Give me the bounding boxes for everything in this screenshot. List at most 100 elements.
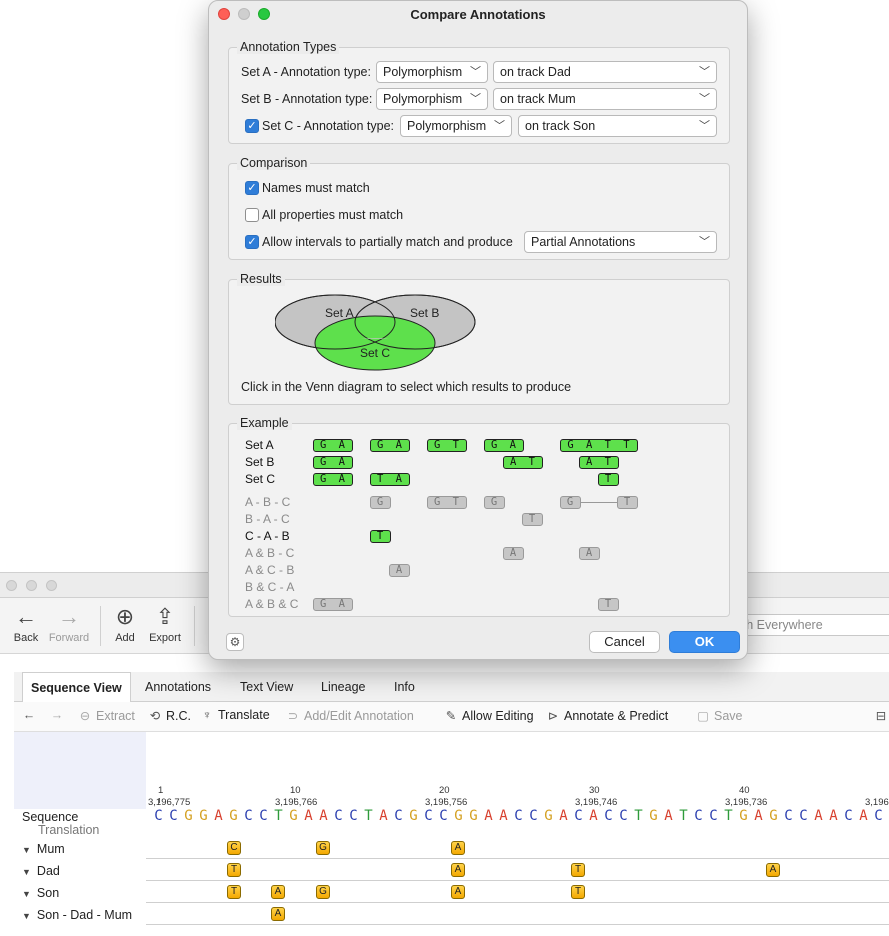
tab-lineage[interactable]: Lineage <box>313 672 374 702</box>
example-interval: G A <box>313 439 353 452</box>
polymorphism-annotation[interactable]: T <box>227 885 241 899</box>
tab-text-view[interactable]: Text View <box>232 672 301 702</box>
annotate-predict-button[interactable]: ⊳ Annotate & Predict <box>546 708 668 723</box>
tab-annotations[interactable]: Annotations <box>137 672 219 702</box>
tab-sequence-view[interactable]: Sequence View <box>22 672 131 703</box>
track-separator <box>146 902 889 903</box>
polymorphism-annotation[interactable]: A <box>766 863 780 877</box>
ruler-position: 20 <box>439 785 450 796</box>
set-c-track-select[interactable]: on track Son ﹀ <box>518 115 717 137</box>
disclosure-triangle-icon[interactable]: ▼ <box>22 845 31 855</box>
set-b-type-select[interactable]: Polymorphism ﹀ <box>376 88 488 110</box>
nucleotide: C <box>244 808 253 824</box>
example-row-label: Set C <box>245 472 276 486</box>
nucleotide: C <box>799 808 808 824</box>
save-icon: ▢ <box>697 709 709 723</box>
disclosure-triangle-icon[interactable]: ▼ <box>22 867 31 877</box>
venn-diagram[interactable]: Set A Set B Set C <box>275 294 481 374</box>
track-label-mum[interactable]: ▼ Mum <box>22 842 65 856</box>
polymorphism-annotation[interactable]: A <box>451 841 465 855</box>
example-interval: T <box>522 513 543 526</box>
venn-label-b: Set B <box>410 306 439 320</box>
ruler-coordinate: 3,196,746 <box>575 797 618 808</box>
set-c-label: Set C - Annotation type: <box>262 119 395 133</box>
polymorphism-annotation[interactable]: A <box>451 863 465 877</box>
example-interval: A <box>389 564 410 577</box>
set-b-track-select[interactable]: on track Mum ﹀ <box>493 88 717 110</box>
example-interval: G A <box>313 598 353 611</box>
zoom-window-button[interactable] <box>46 580 57 591</box>
polymorphism-annotation[interactable]: T <box>571 885 585 899</box>
ok-button[interactable]: OK <box>669 631 740 653</box>
disclosure-triangle-icon[interactable]: ▼ <box>22 889 31 899</box>
produce-option-select[interactable]: Partial Annotations ﹀ <box>524 231 717 253</box>
set-c-checkbox[interactable]: ✓ <box>245 119 259 133</box>
nucleotide: G <box>289 808 298 824</box>
tab-info[interactable]: Info <box>386 672 423 702</box>
nucleotide: G <box>649 808 658 824</box>
add-edit-annotation-button[interactable]: ⊃ Add/Edit Annotation <box>286 708 414 723</box>
nucleotide: C <box>334 808 343 824</box>
nucleotide: A <box>319 808 328 824</box>
polymorphism-annotation[interactable]: A <box>451 885 465 899</box>
polymorphism-annotation[interactable]: T <box>227 863 241 877</box>
venn-hint: Click in the Venn diagram to select whic… <box>241 380 572 394</box>
nucleotide: G <box>409 808 418 824</box>
ruler-position: 30 <box>589 785 600 796</box>
nav-forward-icon[interactable]: → <box>50 708 68 722</box>
polymorphism-annotation[interactable]: C <box>227 841 241 855</box>
polymorphism-annotation[interactable]: G <box>316 841 330 855</box>
venn-set-c[interactable] <box>314 315 436 371</box>
ruler-position: 10 <box>290 785 301 796</box>
search-input[interactable]: ch Everywhere <box>725 614 889 636</box>
export-button[interactable]: ⇪ Export <box>140 604 190 644</box>
polymorphism-annotation[interactable]: A <box>271 885 285 899</box>
nucleotide: G <box>199 808 208 824</box>
nucleotide: C <box>709 808 718 824</box>
cancel-button[interactable]: Cancel <box>589 631 660 653</box>
translate-button[interactable]: ♆ Translate <box>200 708 269 722</box>
nav-back-icon[interactable]: ← <box>22 708 40 722</box>
close-window-button[interactable] <box>6 580 17 591</box>
allow-intervals-label[interactable]: Allow intervals to partially match and p… <box>262 235 513 249</box>
allow-intervals-checkbox[interactable]: ✓ <box>245 235 259 249</box>
disclosure-triangle-icon[interactable]: ▼ <box>22 911 31 921</box>
polymorphism-annotation[interactable]: T <box>571 863 585 877</box>
sequence-viewer[interactable]: 1 10 20 30 40 3,196,775 3,196,766 3,196,… <box>146 732 889 936</box>
track-label-son[interactable]: ▼ Son <box>22 886 59 900</box>
example-interval: G <box>560 496 581 509</box>
ruler-coordinate: 3,196, <box>865 797 889 808</box>
arrow-right-icon: → <box>58 604 80 629</box>
dialog-title: Compare Annotations <box>410 7 546 22</box>
all-properties-checkbox[interactable] <box>245 208 259 222</box>
reverse-complement-button[interactable]: ⟲ R.C. <box>148 708 191 723</box>
polymorphism-annotation[interactable]: G <box>316 885 330 899</box>
nucleotide: C <box>844 808 853 824</box>
nucleotide: A <box>214 808 223 824</box>
nucleotide: T <box>724 808 733 824</box>
nucleotide: A <box>304 808 313 824</box>
example-interval: G <box>484 496 505 509</box>
set-a-type-select[interactable]: Polymorphism ﹀ <box>376 61 488 83</box>
chevron-down-icon: ﹀ <box>699 236 710 248</box>
names-must-match-label[interactable]: Names must match <box>262 181 370 195</box>
track-label-dad[interactable]: ▼ Dad <box>22 864 60 878</box>
save-button[interactable]: ▢ Save <box>696 708 742 723</box>
forward-button[interactable]: → Forward <box>44 604 94 644</box>
example-interval: A T <box>579 456 619 469</box>
nucleotide: G <box>769 808 778 824</box>
track-label-sequence: Sequence <box>22 810 79 824</box>
all-properties-label[interactable]: All properties must match <box>262 208 403 222</box>
split-view-icon[interactable]: ⊟ <box>874 708 889 723</box>
example-row-label: Set A <box>245 438 274 452</box>
minimize-window-button[interactable] <box>26 580 37 591</box>
names-must-match-checkbox[interactable]: ✓ <box>245 181 259 195</box>
track-label-son-dad-mum[interactable]: ▼ Son - Dad - Mum <box>22 908 132 922</box>
allow-editing-button[interactable]: ✎ Allow Editing <box>444 708 534 723</box>
set-c-type-select[interactable]: Polymorphism ﹀ <box>400 115 512 137</box>
extract-button[interactable]: ⊖ Extract <box>78 708 135 723</box>
polymorphism-annotation[interactable]: A <box>271 907 285 921</box>
settings-gear-icon[interactable]: ⚙ <box>226 633 244 651</box>
set-a-track-select[interactable]: on track Dad ﹀ <box>493 61 717 83</box>
track-separator <box>146 858 889 859</box>
